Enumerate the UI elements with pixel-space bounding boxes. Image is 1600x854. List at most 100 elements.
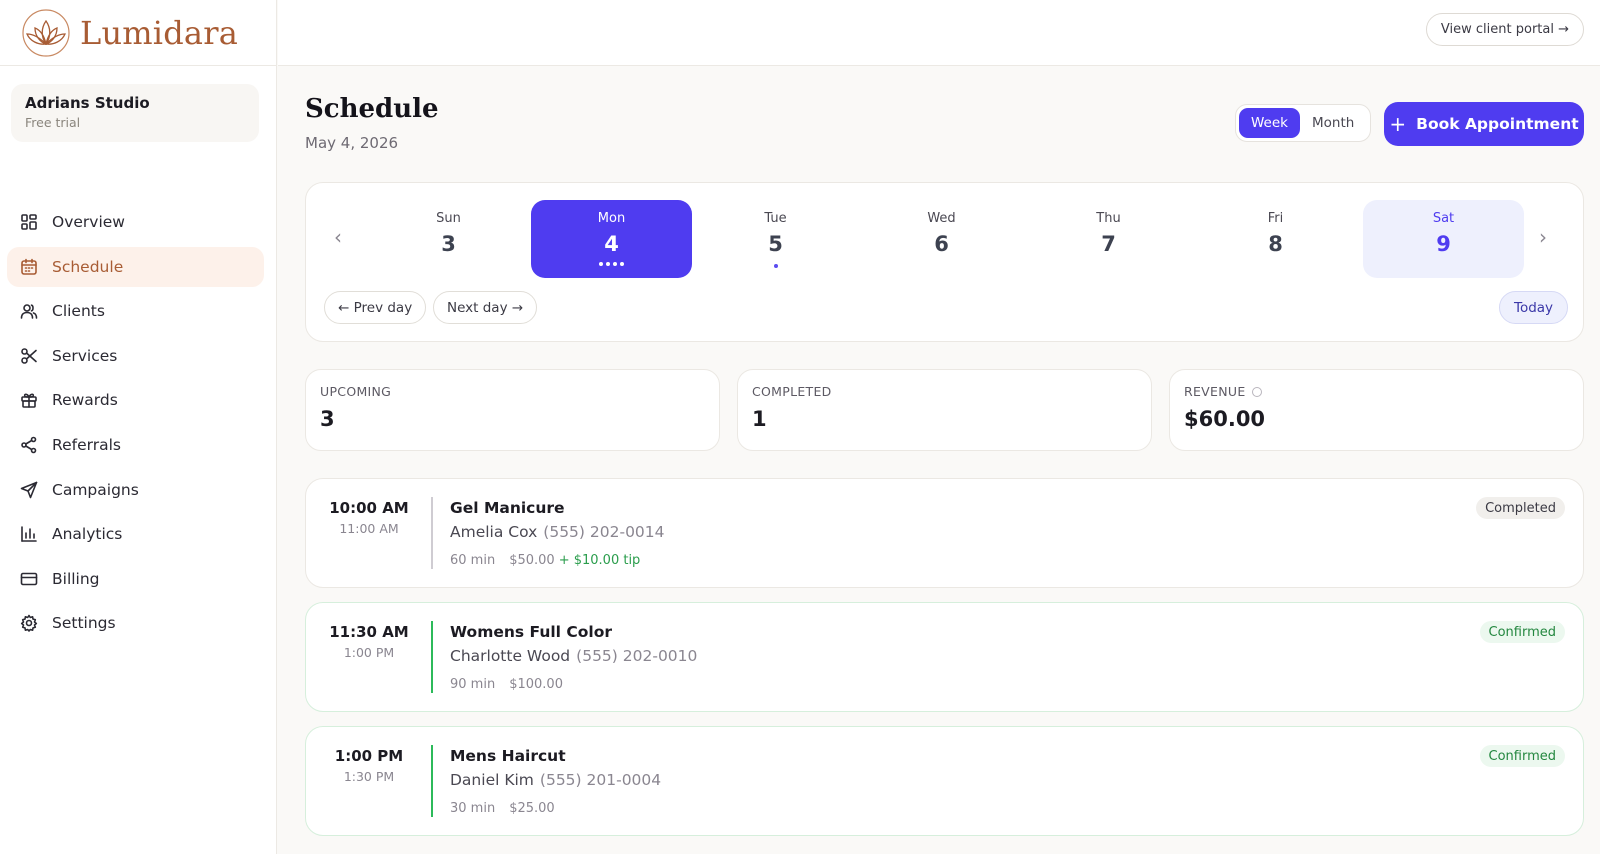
appointment-start-time: 11:30 AM: [329, 623, 409, 641]
page-date: May 4, 2026: [305, 134, 399, 152]
stat-label: REVENUE: [1184, 384, 1569, 399]
sidebar-item-label: Campaigns: [52, 480, 139, 499]
sidebar-item-settings[interactable]: Settings: [7, 603, 264, 643]
day-number: 8: [1268, 232, 1283, 256]
previous-week-chevron-icon[interactable]: ‹: [334, 225, 342, 249]
sidebar-item-campaigns[interactable]: Campaigns: [7, 470, 264, 510]
status-bar: [431, 621, 433, 693]
sidebar-item-label: Rewards: [52, 391, 118, 410]
status-badge: Confirmed: [1479, 745, 1565, 767]
sidebar-item-referrals[interactable]: Referrals: [7, 425, 264, 465]
day-wed[interactable]: Wed 6: [861, 200, 1022, 278]
sidebar-item-billing[interactable]: Billing: [7, 559, 264, 599]
sidebar-item-label: Services: [52, 346, 118, 365]
gift-icon: [21, 393, 37, 409]
appointment-start-time: 1:00 PM: [334, 747, 404, 765]
day-number: 4: [604, 232, 619, 256]
sidebar-nav: Overview Schedule Clients Services Rewar…: [7, 202, 264, 648]
client-info: Amelia Cox (555) 202-0014: [450, 523, 665, 541]
brand-name: Lumidara: [80, 13, 238, 52]
day-name: Sun: [436, 211, 461, 226]
price: $50.00: [509, 553, 555, 568]
sidebar-item-services[interactable]: Services: [7, 336, 264, 376]
day-tue[interactable]: Tue 5: [695, 200, 856, 278]
credit-card-icon: [20, 572, 38, 586]
sidebar-item-label: Overview: [52, 213, 125, 231]
plus-icon: +: [1389, 112, 1407, 136]
appointment-meta: 60 min $50.00 + $10.00 tip: [450, 553, 640, 568]
page-title: Schedule: [305, 94, 439, 124]
stat-label: UPCOMING: [320, 384, 392, 399]
share-icon: [21, 436, 37, 454]
day-sun[interactable]: Sun 3: [368, 200, 529, 278]
day-name: Wed: [927, 211, 956, 226]
day-name: Fri: [1267, 211, 1284, 226]
status-bar: [431, 745, 433, 817]
appointment-card[interactable]: 10:00 AM 11:00 AM Gel Manicure Amelia Co…: [305, 478, 1584, 588]
sidebar-item-label: Billing: [52, 569, 100, 588]
today-button[interactable]: Today: [1499, 291, 1569, 324]
calendar-icon: [21, 258, 37, 275]
sidebar-item-clients[interactable]: Clients: [7, 291, 264, 331]
users-icon: [20, 304, 38, 319]
stat-value: 1: [752, 407, 767, 431]
next-day-button[interactable]: Next day →: [433, 291, 538, 324]
stat-value: $60.00: [1184, 407, 1266, 431]
day-name: Sat: [1432, 211, 1455, 226]
day-fri[interactable]: Fri 8: [1195, 200, 1356, 278]
scissors-icon: [21, 347, 37, 364]
sidebar-item-label: Schedule: [52, 257, 124, 276]
client-info: Daniel Kim (555) 201-0004: [450, 771, 661, 789]
sidebar-item-label: Referrals: [52, 435, 121, 454]
appointment-card[interactable]: 11:30 AM 1:00 PM Womens Full Color Charl…: [305, 602, 1584, 712]
sidebar-item-label: Analytics: [52, 525, 123, 544]
appointment-dots: [599, 262, 624, 266]
client-name: Amelia Cox: [450, 523, 538, 541]
bar-chart-icon: [21, 526, 37, 542]
appointment-card[interactable]: 1:00 PM 1:30 PM Mens Haircut Daniel Kim (…: [305, 726, 1584, 836]
studio-plan: Free trial: [25, 115, 81, 130]
next-week-chevron-icon[interactable]: ›: [1539, 225, 1547, 249]
client-phone: (555) 201-0004: [539, 771, 662, 789]
appointment-meta: 90 min $100.00: [450, 677, 563, 692]
sidebar-item-schedule[interactable]: Schedule: [7, 246, 264, 287]
service-name: Womens Full Color: [450, 623, 613, 641]
book-appointment-button[interactable]: + Book Appointment: [1384, 102, 1584, 146]
view-client-portal-button[interactable]: View client portal →: [1425, 13, 1584, 46]
send-icon: [20, 481, 38, 498]
stat-revenue: REVENUE $60.00: [1169, 369, 1584, 451]
info-icon[interactable]: [1251, 387, 1262, 397]
client-phone: (555) 202-0014: [543, 523, 665, 541]
sidebar-item-label: Settings: [52, 614, 116, 633]
week-strip: ‹ › Sun 3 Mon 4 Tue 5 Wed 6 Thu 7 Fri 8 …: [305, 182, 1584, 342]
prev-day-button[interactable]: ← Prev day: [324, 291, 427, 324]
client-info: Charlotte Wood (555) 202-0010: [450, 647, 697, 665]
gear-icon: [20, 615, 38, 633]
day-number: 7: [1101, 232, 1116, 256]
studio-switcher[interactable]: Adrians Studio Free trial: [11, 84, 259, 142]
day-thu[interactable]: Thu 7: [1028, 200, 1189, 278]
day-name: Tue: [764, 211, 787, 226]
day-sat[interactable]: Sat 9: [1363, 200, 1524, 278]
day-mon[interactable]: Mon 4: [531, 200, 692, 278]
sidebar-item-rewards[interactable]: Rewards: [7, 380, 264, 420]
stat-value: 3: [320, 407, 335, 431]
sidebar-item-overview[interactable]: Overview: [7, 202, 264, 242]
duration: 90 min: [450, 677, 496, 692]
status-bar: [431, 497, 433, 569]
appointment-dot: [773, 264, 778, 268]
service-name: Gel Manicure: [450, 499, 565, 517]
appointment-meta: 30 min $25.00: [450, 801, 555, 816]
appointment-start-time: 10:00 AM: [329, 499, 409, 517]
view-month-button[interactable]: Month: [1300, 108, 1366, 138]
duration: 30 min: [450, 801, 496, 816]
day-number: 3: [441, 232, 456, 256]
sidebar-item-analytics[interactable]: Analytics: [7, 514, 264, 554]
price: $100.00: [509, 677, 563, 692]
service-name: Mens Haircut: [450, 747, 566, 765]
day-name: Thu: [1096, 211, 1121, 226]
day-number: 5: [768, 232, 783, 256]
brand-logo[interactable]: Lumidara: [0, 0, 276, 66]
view-week-button[interactable]: Week: [1239, 108, 1300, 138]
appointment-end-time: 1:00 PM: [343, 645, 395, 660]
